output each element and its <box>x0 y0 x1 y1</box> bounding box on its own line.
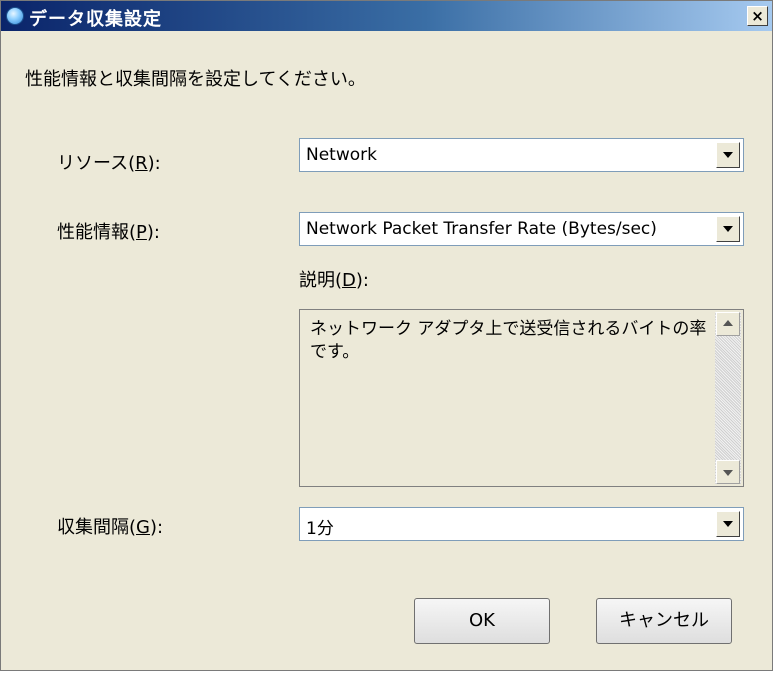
app-icon <box>6 7 24 25</box>
description-scrollbar[interactable] <box>715 312 741 484</box>
interval-select[interactable]: 1分 <box>299 507 744 541</box>
dialog-window: データ収集設定 × 性能情報と収集間隔を設定してください。 リソース(R): N… <box>0 0 773 671</box>
scroll-up-button[interactable] <box>716 312 740 336</box>
dropdown-arrow-icon <box>723 152 733 158</box>
resource-mnemonic: R <box>135 153 148 174</box>
dropdown-arrow-icon <box>723 226 733 232</box>
perf-value: Network Packet Transfer Rate (Bytes/sec) <box>306 219 657 239</box>
scroll-up-icon <box>723 320 733 326</box>
window-title: データ収集設定 <box>29 9 162 30</box>
resource-select[interactable]: Network <box>299 138 744 172</box>
title-bar[interactable]: データ収集設定 × <box>1 1 772 31</box>
resource-label: リソース(R): <box>57 153 161 174</box>
description-textarea[interactable]: ネットワーク アダプタ上で送受信されるバイトの率です。 <box>299 309 744 487</box>
scroll-down-button[interactable] <box>716 460 740 484</box>
resource-value: Network <box>306 145 377 165</box>
interval-value: 1分 <box>306 519 334 539</box>
description-label: 説明(D): <box>299 270 369 291</box>
perf-dropdown-button[interactable] <box>716 216 740 242</box>
close-button[interactable]: × <box>747 6 768 26</box>
close-icon: × <box>751 7 764 25</box>
description-text: ネットワーク アダプタ上で送受信されるバイトの率です。 <box>310 319 707 362</box>
cancel-button[interactable]: キャンセル <box>596 598 732 644</box>
interval-dropdown-button[interactable] <box>716 511 740 537</box>
interval-mnemonic: G <box>136 517 150 538</box>
perf-mnemonic: P <box>136 222 147 243</box>
perf-select[interactable]: Network Packet Transfer Rate (Bytes/sec) <box>299 212 744 246</box>
dropdown-arrow-icon <box>723 521 733 527</box>
scroll-down-icon <box>723 470 733 476</box>
instruction-text: 性能情報と収集間隔を設定してください。 <box>25 69 366 90</box>
resource-dropdown-button[interactable] <box>716 142 740 168</box>
description-mnemonic: D <box>342 270 356 291</box>
perf-label: 性能情報(P): <box>57 222 160 243</box>
ok-button[interactable]: OK <box>414 598 550 644</box>
interval-label: 収集間隔(G): <box>57 517 164 538</box>
